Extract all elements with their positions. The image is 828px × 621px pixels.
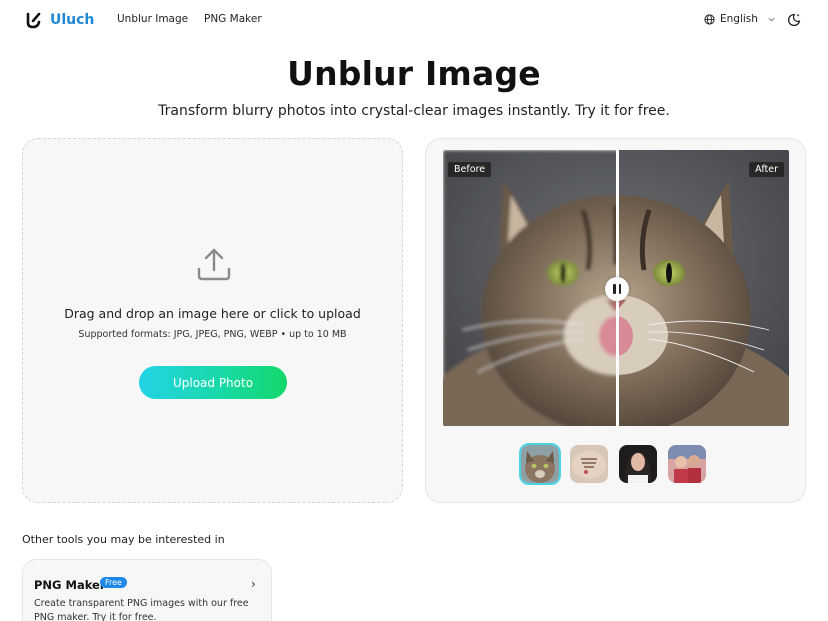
tool-card-png-maker[interactable]: PNG Maker Free › Create transparent PNG …	[22, 559, 272, 621]
logo-text: Uluch	[50, 12, 95, 28]
language-label: English	[720, 13, 758, 25]
page-subtitle: Transform blurry photos into crystal-cle…	[158, 103, 670, 119]
theme-toggle-icon[interactable]	[786, 12, 802, 28]
chevron-down-icon	[768, 17, 775, 22]
after-label: After	[749, 162, 784, 177]
language-selector[interactable]: English	[704, 13, 776, 25]
before-label: Before	[448, 162, 492, 177]
comparison-viewer[interactable]: Before After	[443, 150, 789, 426]
other-tools-heading: Other tools you may be interested in	[22, 533, 225, 546]
before-after-preview: Before After	[425, 138, 806, 503]
nav-png-maker[interactable]: PNG Maker	[204, 13, 262, 25]
tool-card-title: PNG Maker	[34, 578, 106, 592]
chevron-right-icon[interactable]: ›	[251, 577, 256, 591]
logo-mark-icon	[26, 12, 41, 29]
site-header: Uluch Unblur Image PNG Maker English	[0, 0, 828, 40]
logo[interactable]: Uluch	[26, 11, 94, 29]
sample-thumb-cat[interactable]	[519, 443, 561, 485]
page-title: Unblur Image	[287, 54, 541, 93]
upload-icon	[197, 248, 231, 281]
free-badge: Free	[100, 577, 127, 588]
upload-formats: Supported formats: JPG, JPEG, PNG, WEBP …	[78, 329, 347, 340]
upload-instructions: Drag and drop an image here or click to …	[64, 306, 361, 321]
upload-photo-button[interactable]: Upload Photo	[139, 366, 287, 399]
sample-thumbnails	[519, 443, 708, 485]
sample-thumb-woman-portrait[interactable]	[617, 443, 659, 485]
nav-unblur-image[interactable]: Unblur Image	[117, 13, 188, 25]
sample-thumb-tattoo[interactable]	[568, 443, 610, 485]
globe-icon	[704, 13, 715, 25]
sample-thumb-couple[interactable]	[666, 443, 708, 485]
upload-dropzone[interactable]: Drag and drop an image here or click to …	[22, 138, 403, 503]
pause-handle-icon[interactable]	[605, 277, 629, 301]
tool-card-description: Create transparent PNG images with our f…	[34, 598, 249, 621]
